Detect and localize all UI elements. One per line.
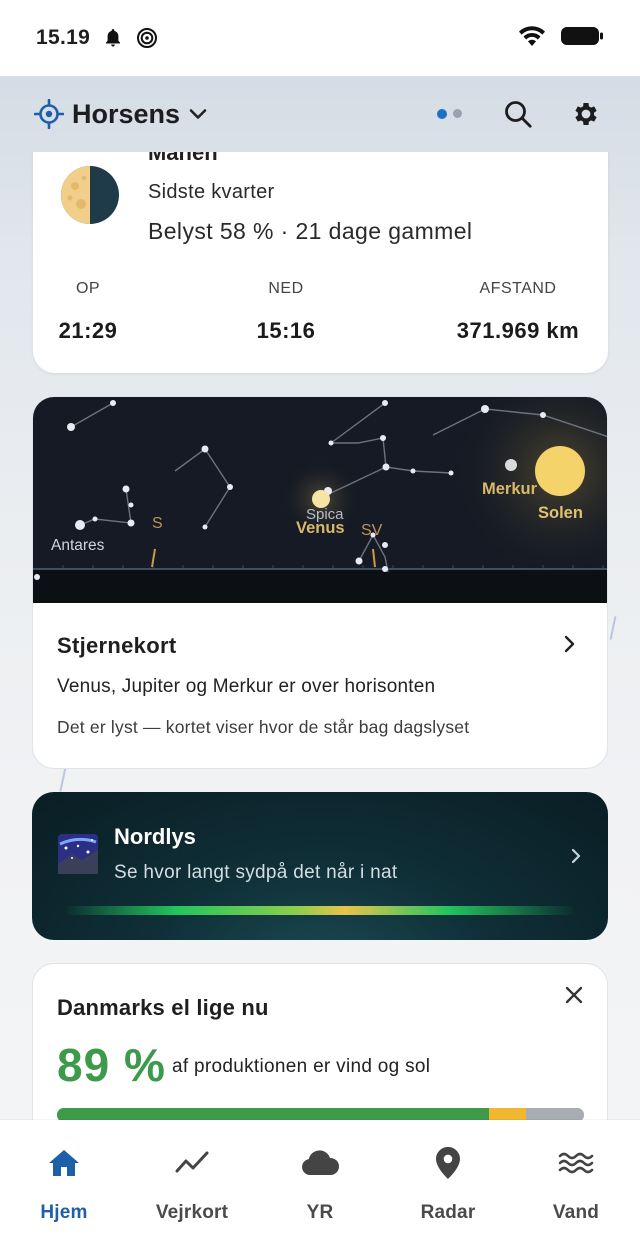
moon-phase-icon [59, 164, 121, 231]
aurora-activity-bar [64, 906, 576, 915]
moon-phase-text: Sidste kvarter [148, 181, 275, 203]
moon-card[interactable]: Månen Sidste kvarter Belyst 58 % · 21 da… [33, 152, 608, 373]
direction-label-sv: SV [361, 522, 383, 539]
power-mix-gray [526, 1108, 584, 1120]
page-dot-active [437, 109, 447, 119]
content-scroll[interactable]: Månen Sidste kvarter Belyst 58 % · 21 da… [0, 152, 640, 1120]
gear-icon[interactable] [566, 94, 606, 134]
nav-label: Hjem [40, 1202, 88, 1223]
status-time: 15.19 [36, 26, 91, 49]
home-icon [47, 1144, 81, 1182]
aurora-title: Nordlys [114, 824, 196, 849]
chevron-right-icon[interactable] [563, 634, 577, 659]
star-map: Antares Spica Venus Merkur Solen S SV [33, 397, 607, 603]
nav-label: Vejrkort [155, 1202, 229, 1223]
power-description: af produktionen er vind og sol [172, 1056, 431, 1077]
gps-target-icon[interactable] [34, 99, 64, 129]
sun-label: Solen [538, 504, 583, 522]
page-dot [453, 109, 462, 118]
moon-distance-label: AFSTAND [479, 280, 557, 297]
waves-icon [558, 1144, 594, 1182]
location-name[interactable]: Horsens [72, 99, 180, 130]
moonset-stat: NED 15:16 [251, 280, 321, 344]
moonset-value: 15:16 [256, 318, 316, 343]
star-chart-visible-planets: Venus, Jupiter og Merkur er over horison… [57, 676, 436, 697]
nav-label: Vand [552, 1202, 600, 1223]
aurora-icon [58, 834, 98, 879]
star-chart-title: Stjernekort [57, 633, 177, 658]
direction-label-s: S [152, 515, 163, 532]
battery-icon [560, 25, 604, 52]
star-label-antares: Antares [51, 537, 105, 554]
power-mix-bar [57, 1108, 584, 1120]
moonset-label: NED [268, 280, 304, 297]
location-pin-icon [435, 1144, 461, 1182]
moon-illumination-text: Belyst 58 % · 21 dage gammel [148, 218, 473, 244]
moon-title: Månen [148, 152, 218, 165]
location-header: Horsens [0, 76, 640, 152]
star-chart-daylight-note: Det er lyst — kortet viser hvor de står … [57, 717, 470, 737]
close-icon[interactable] [563, 984, 585, 1011]
trend-icon [175, 1144, 209, 1182]
power-mix-card[interactable]: Danmarks el lige nu 89 % af produktionen… [32, 963, 608, 1120]
nav-item-vejrkort[interactable]: Vejrkort [128, 1120, 256, 1243]
nav-item-radar[interactable]: Radar [384, 1120, 512, 1243]
notification-bell-icon [104, 28, 122, 48]
planet-label-merkur: Merkur [482, 480, 538, 498]
moon-distance-value: 371.969 km [456, 318, 580, 343]
status-bar: 15.19 [0, 0, 640, 76]
aurora-card[interactable]: Nordlys Se hvor langt sydpå det når i na… [32, 792, 608, 940]
search-icon[interactable] [498, 94, 538, 134]
power-mix-yellow [489, 1108, 526, 1120]
nav-item-yr[interactable]: YR [256, 1120, 384, 1243]
planet-label-venus: Venus [296, 519, 345, 537]
page-indicator [437, 109, 462, 119]
moon-distance-stat: AFSTAND 371.969 km [447, 280, 589, 344]
aurora-subtitle: Se hvor langt sydpå det når i nat [114, 862, 398, 883]
bottom-navigation: Hjem Vejrkort YR Radar Vand [0, 1120, 640, 1243]
power-mix-green [57, 1108, 490, 1120]
spiral-app-icon [136, 27, 158, 49]
moonrise-value: 21:29 [58, 318, 118, 343]
nav-item-hjem[interactable]: Hjem [0, 1120, 128, 1243]
power-percent: 89 % [57, 1039, 166, 1091]
chevron-down-icon[interactable] [188, 107, 208, 121]
moonrise-stat: OP 21:29 [55, 280, 121, 344]
moonrise-label: OP [75, 280, 101, 297]
star-chart-card[interactable]: Antares Spica Venus Merkur Solen S SV St… [32, 396, 608, 769]
wifi-icon [518, 25, 546, 52]
nav-item-vand[interactable]: Vand [512, 1120, 640, 1243]
nav-label: YR [306, 1202, 334, 1223]
chevron-right-icon[interactable] [570, 847, 582, 870]
nav-label: Radar [420, 1202, 476, 1223]
cloud-icon [300, 1144, 340, 1182]
power-title: Danmarks el lige nu [57, 995, 269, 1020]
